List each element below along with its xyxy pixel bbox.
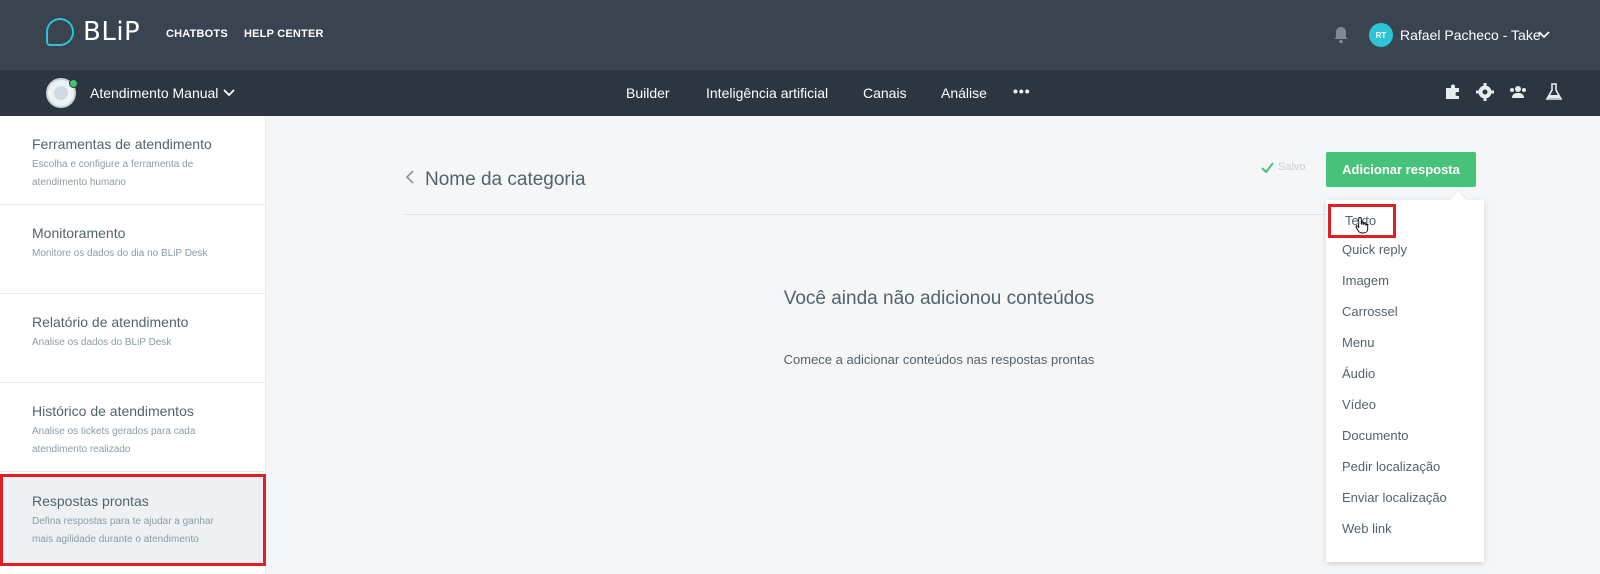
sidebar-item-desc: Defina respostas para te ajudar a ganhar… [32,516,214,545]
menu-item-quick-reply[interactable]: Quick reply [1342,240,1407,260]
nav-chatbots[interactable]: CHATBOTS [166,28,228,40]
online-status-icon [69,79,78,88]
saved-status: Salvo [1261,161,1306,173]
sidebar-item-desc: Analise os tickets gerados para cada ate… [32,426,196,455]
sidebar: Ferramentas de atendimento Escolha e con… [0,116,266,574]
saved-label: Salvo [1278,161,1306,173]
top-header: BLiP CHATBOTS HELP CENTER RT Rafael Pach… [0,0,1600,70]
flask-icon[interactable] [1544,82,1564,102]
sidebar-item-desc: Escolha e configure a ferramenta de aten… [32,159,194,188]
puzzle-icon[interactable] [1443,82,1463,102]
sidebar-item-respostas-prontas[interactable]: Respostas prontas Defina respostas para … [0,474,266,566]
sidebar-item-title: Monitoramento [32,225,126,241]
menu-item-pedir-localizacao[interactable]: Pedir localização [1342,457,1440,477]
more-options-icon[interactable]: ••• [1013,83,1031,99]
menu-item-audio[interactable]: Áudio [1342,364,1375,384]
hand-cursor-icon [1355,217,1369,234]
logo-bubble-icon [46,18,74,46]
sidebar-item-historico[interactable]: Histórico de atendimentos Analise os tic… [0,383,266,472]
menu-item-web-link[interactable]: Web link [1342,519,1392,539]
nav-analise[interactable]: Análise [941,85,987,101]
menu-item-video[interactable]: Vídeo [1342,395,1376,415]
gear-icon[interactable] [1475,82,1495,102]
empty-state-subtitle: Comece a adicionar conteúdos nas respost… [783,352,1095,367]
sidebar-item-desc: Analise os dados do BLiP Desk [32,337,172,348]
users-icon[interactable] [1508,82,1528,102]
sidebar-item-relatorio[interactable]: Relatório de atendimento Analise os dado… [0,294,266,383]
logo-text: BLiP [83,17,141,47]
chevron-down-icon[interactable] [1537,28,1551,42]
menu-item-menu[interactable]: Menu [1342,333,1375,353]
sidebar-item-ferramentas[interactable]: Ferramentas de atendimento Escolha e con… [0,116,266,205]
sidebar-item-title: Ferramentas de atendimento [32,136,212,152]
blip-logo[interactable]: BLiP [46,17,140,47]
sidebar-item-title: Respostas prontas [32,493,149,509]
divider [404,214,1474,215]
sidebar-item-monitoramento[interactable]: Monitoramento Monitore os dados do dia n… [0,205,266,294]
nav-help-center[interactable]: HELP CENTER [244,28,324,40]
chevron-down-icon[interactable] [222,86,236,100]
sidebar-item-desc: Monitore os dados do dia no BLiP Desk [32,248,208,259]
sidebar-item-title: Relatório de atendimento [32,314,189,330]
nav-builder[interactable]: Builder [626,85,670,101]
nav-inteligencia-artificial[interactable]: Inteligência artificial [706,85,828,101]
user-avatar[interactable]: RT [1369,23,1393,47]
back-chevron-icon[interactable] [404,169,416,185]
sidebar-item-title: Histórico de atendimentos [32,403,194,419]
bell-icon[interactable] [1333,26,1349,44]
menu-item-documento[interactable]: Documento [1342,426,1408,446]
user-name[interactable]: Rafael Pacheco - Take [1400,27,1541,43]
nav-canais[interactable]: Canais [863,85,907,101]
empty-state-title: Você ainda não adicionou conteúdos [783,288,1095,309]
category-title[interactable]: Nome da categoria [425,169,586,191]
check-icon [1261,161,1274,173]
add-response-menu: Texto Quick reply Imagem Carrossel Menu … [1326,200,1484,562]
menu-item-imagem[interactable]: Imagem [1342,271,1389,291]
menu-item-enviar-localizacao[interactable]: Enviar localização [1342,488,1447,508]
add-response-button[interactable]: Adicionar resposta [1326,152,1476,187]
bot-header: Atendimento Manual Builder Inteligência … [0,70,1600,116]
bot-name[interactable]: Atendimento Manual [90,85,218,101]
menu-item-carrossel[interactable]: Carrossel [1342,302,1398,322]
